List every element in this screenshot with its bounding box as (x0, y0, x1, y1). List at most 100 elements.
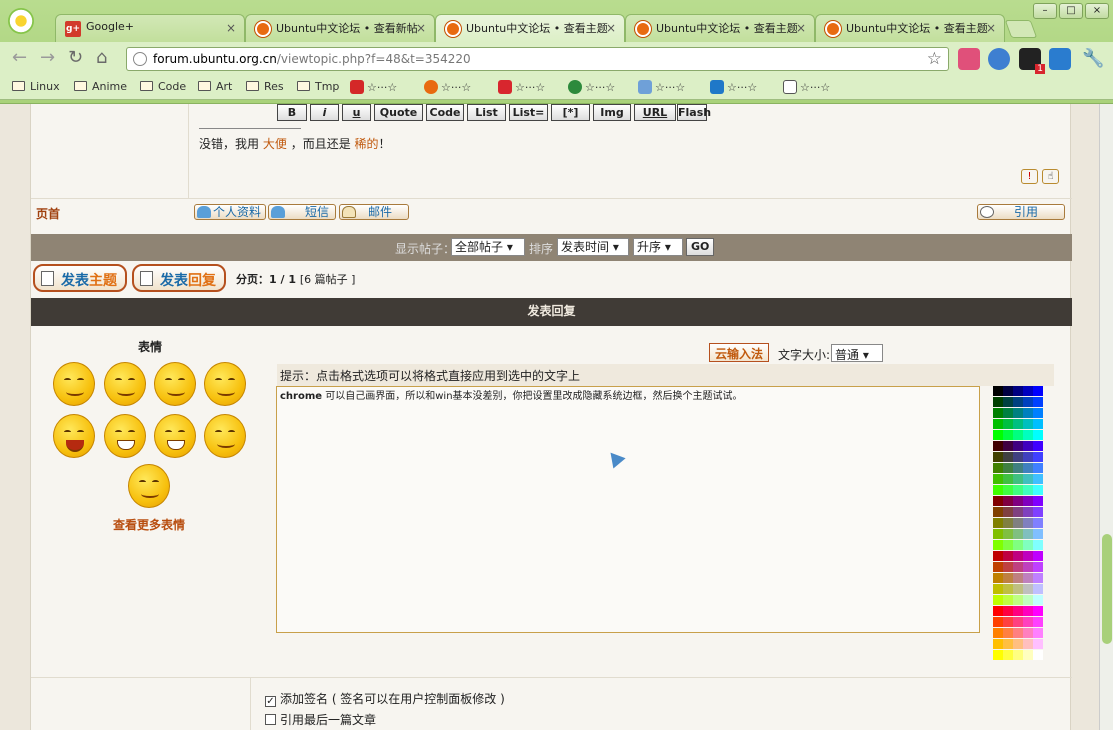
bookmark-star-icon[interactable]: ☆ (927, 49, 942, 69)
color-swatch[interactable] (993, 485, 1003, 495)
color-swatch[interactable] (1033, 452, 1043, 462)
color-swatch[interactable] (1023, 441, 1033, 451)
color-swatch[interactable] (1023, 606, 1033, 616)
color-swatch[interactable] (1033, 573, 1043, 583)
color-swatch[interactable] (1003, 628, 1013, 638)
color-swatch[interactable] (1023, 474, 1033, 484)
maximize-button[interactable]: □ (1059, 3, 1083, 19)
color-swatch[interactable] (1033, 386, 1043, 396)
color-swatch[interactable] (1033, 474, 1043, 484)
color-swatch[interactable] (1023, 595, 1033, 605)
color-swatch[interactable] (1003, 463, 1013, 473)
extension-icon[interactable] (1049, 48, 1071, 70)
close-icon[interactable]: × (796, 21, 806, 35)
color-swatch[interactable] (1003, 386, 1013, 396)
color-swatch[interactable] (1013, 628, 1023, 638)
color-swatch[interactable] (1033, 551, 1043, 561)
tab-forum-new[interactable]: Ubuntu中文论坛 • 查看新帖 × (245, 14, 435, 42)
bookmark-site[interactable]: ☆···☆ (783, 80, 830, 94)
color-swatch[interactable] (1033, 540, 1043, 550)
flash-tag-button[interactable]: Flash (677, 104, 711, 121)
font-size-select[interactable]: 普通 ▾ (831, 344, 883, 362)
bookmark-youtube[interactable]: ☆···☆ (350, 80, 397, 94)
color-swatch[interactable] (1003, 496, 1013, 506)
color-swatch[interactable] (1003, 573, 1013, 583)
color-swatch[interactable] (993, 606, 1003, 616)
color-swatch[interactable] (993, 441, 1003, 451)
color-swatch[interactable] (1023, 518, 1033, 528)
color-swatch[interactable] (1013, 419, 1023, 429)
scrollbar-thumb[interactable] (1102, 534, 1112, 644)
code-tag-button[interactable]: Code (426, 104, 464, 121)
forward-icon[interactable]: → (40, 49, 55, 67)
show-posts-select[interactable]: 全部帖子 ▾ (451, 238, 525, 256)
color-swatch[interactable] (1013, 518, 1023, 528)
color-swatch[interactable] (993, 529, 1003, 539)
color-swatch[interactable] (1033, 408, 1043, 418)
list-item-button[interactable]: [*] (551, 104, 590, 121)
bookmark-site[interactable]: ☆···☆ (638, 80, 685, 94)
color-swatch[interactable] (1033, 507, 1043, 517)
smiley-icon[interactable] (204, 414, 246, 458)
new-topic-button[interactable]: 发表主题 (33, 264, 127, 292)
color-swatch[interactable] (1033, 595, 1043, 605)
bookmark-folder[interactable]: Code (140, 80, 186, 93)
color-swatch[interactable] (1013, 474, 1023, 484)
message-textarea[interactable]: chrome 可以自己画界面，所以和win基本没差别，你把设置里改成隐藏系统边框… (276, 386, 980, 633)
cloud-ime-button[interactable]: 云输入法 (709, 343, 770, 362)
color-swatch[interactable] (1023, 386, 1033, 396)
color-swatch[interactable] (1003, 639, 1013, 649)
url-tag-button[interactable]: URL (634, 104, 676, 121)
color-swatch[interactable] (1033, 584, 1043, 594)
color-swatch[interactable] (1003, 551, 1013, 561)
bold-button[interactable]: B (277, 104, 307, 121)
sort-order-select[interactable]: 升序 ▾ (633, 238, 683, 256)
color-swatch[interactable] (1003, 650, 1013, 660)
checkbox[interactable] (265, 714, 276, 725)
color-swatch[interactable] (993, 518, 1003, 528)
color-swatch[interactable] (993, 595, 1003, 605)
italic-button[interactable]: i (310, 104, 339, 121)
color-swatch[interactable] (1023, 419, 1033, 429)
color-swatch[interactable] (1003, 606, 1013, 616)
underline-button[interactable]: u (342, 104, 371, 121)
color-swatch[interactable] (1013, 430, 1023, 440)
color-swatch[interactable] (1023, 485, 1033, 495)
color-swatch[interactable] (1003, 507, 1013, 517)
color-swatch[interactable] (1003, 595, 1013, 605)
tab-forum-4[interactable]: Ubuntu中文论坛 • 查看主题 × (815, 14, 1005, 42)
color-swatch[interactable] (1013, 573, 1023, 583)
color-swatch[interactable] (993, 397, 1003, 407)
color-swatch[interactable] (1023, 584, 1033, 594)
color-swatch[interactable] (1023, 408, 1033, 418)
color-swatch[interactable] (993, 639, 1003, 649)
close-window-button[interactable]: × (1085, 3, 1109, 19)
color-swatch[interactable] (993, 584, 1003, 594)
close-icon[interactable]: × (226, 21, 236, 35)
back-to-top-link[interactable]: 页首 (36, 205, 60, 222)
color-swatch[interactable] (1033, 419, 1043, 429)
scrollbar[interactable] (1099, 104, 1113, 730)
color-swatch[interactable] (1003, 584, 1013, 594)
color-swatch[interactable] (1033, 430, 1043, 440)
color-swatch[interactable] (1033, 485, 1043, 495)
quote-button[interactable]: 引用 (977, 204, 1065, 220)
color-swatch[interactable] (1013, 551, 1023, 561)
color-swatch[interactable] (1013, 540, 1023, 550)
checkbox-checked[interactable]: ✓ (265, 696, 276, 707)
color-swatch[interactable] (1003, 452, 1013, 462)
tab-forum-active[interactable]: Ubuntu中文论坛 • 查看主题 × (435, 14, 625, 42)
color-swatch[interactable] (1003, 474, 1013, 484)
bookmark-vancl[interactable]: ☆···☆ (498, 80, 545, 94)
color-swatch[interactable] (1013, 441, 1023, 451)
color-swatch[interactable] (1013, 562, 1023, 572)
color-swatch[interactable] (993, 650, 1003, 660)
color-swatch[interactable] (1013, 408, 1023, 418)
bookmark-folder[interactable]: Art (198, 80, 232, 93)
sort-by-select[interactable]: 发表时间 ▾ (557, 238, 629, 256)
color-swatch[interactable] (993, 430, 1003, 440)
color-swatch[interactable] (1003, 430, 1013, 440)
ordered-list-button[interactable]: List= (509, 104, 548, 121)
extension-icon[interactable]: 1 (1019, 48, 1045, 74)
color-swatch[interactable] (1033, 606, 1043, 616)
